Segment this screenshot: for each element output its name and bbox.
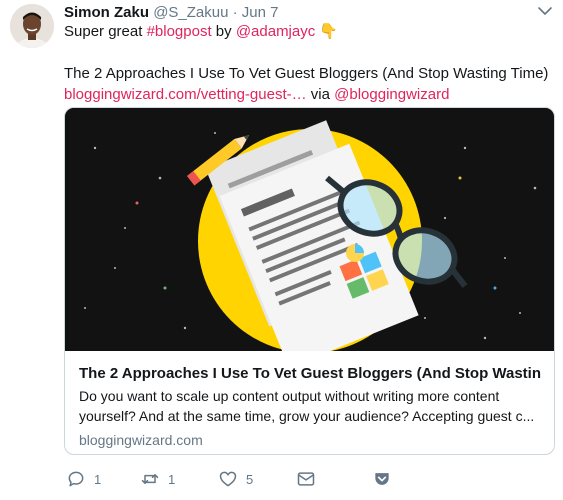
retweet-icon: [141, 474, 159, 484]
tweet-header: Simon Zaku @S_Zakuu · Jun 7: [64, 3, 563, 23]
pocket-button[interactable]: [372, 468, 392, 490]
card-title[interactable]: The 2 Approaches I Use To Vet Guest Blog…: [79, 364, 541, 384]
tweet-actions: 1 1 5: [64, 468, 544, 490]
tweet-date[interactable]: Jun 7: [242, 4, 279, 21]
direct-message-button[interactable]: [296, 468, 316, 490]
pocket-icon: [375, 473, 389, 485]
card-image[interactable]: [65, 108, 554, 351]
reply-button[interactable]: 1: [66, 468, 101, 490]
mention-link[interactable]: @adamjayc: [236, 23, 315, 40]
article-link[interactable]: bloggingwizard.com/vetting-guest-…: [64, 86, 307, 103]
caret-down-icon[interactable]: [537, 4, 553, 18]
tweet-line-2: The 2 Approaches I Use To Vet Guest Blog…: [64, 65, 549, 82]
avatar-image: [10, 4, 54, 48]
link-preview-card[interactable]: The 2 Approaches I Use To Vet Guest Blog…: [64, 107, 555, 455]
retweet-count: 1: [168, 471, 176, 487]
pointing-down-emoji: 👇: [319, 23, 339, 40]
tweet-line-1: Super great #blogpost by @adamjayc 👇: [64, 21, 554, 42]
tweet-text: Super great #blogpost by @adamjayc 👇 The…: [64, 21, 554, 105]
author-handle[interactable]: @S_Zakuu: [153, 4, 228, 21]
like-icon: [219, 471, 237, 487]
reply-icon: [68, 471, 84, 487]
card-description: Do you want to scale up content output w…: [79, 388, 535, 424]
card-illustration: [65, 108, 554, 351]
hashtag-link[interactable]: #blogpost: [147, 23, 212, 40]
text-segment: Super great: [64, 23, 147, 40]
direct-message-icon: [297, 472, 315, 486]
retweet-button[interactable]: 1: [140, 468, 175, 490]
avatar[interactable]: [10, 4, 54, 48]
tweet-line-3: bloggingwizard.com/vetting-guest-… via @…: [64, 84, 554, 105]
text-segment: by: [211, 23, 236, 40]
reply-count: 1: [94, 471, 102, 487]
text-segment: via: [306, 86, 335, 103]
card-domain: bloggingwizard.com: [79, 432, 203, 448]
like-count: 5: [246, 471, 254, 487]
via-mention-link[interactable]: @bloggingwizard: [334, 86, 449, 103]
like-button[interactable]: 5: [218, 468, 253, 490]
author-name[interactable]: Simon Zaku: [64, 4, 149, 21]
separator-dot: ·: [232, 4, 238, 21]
